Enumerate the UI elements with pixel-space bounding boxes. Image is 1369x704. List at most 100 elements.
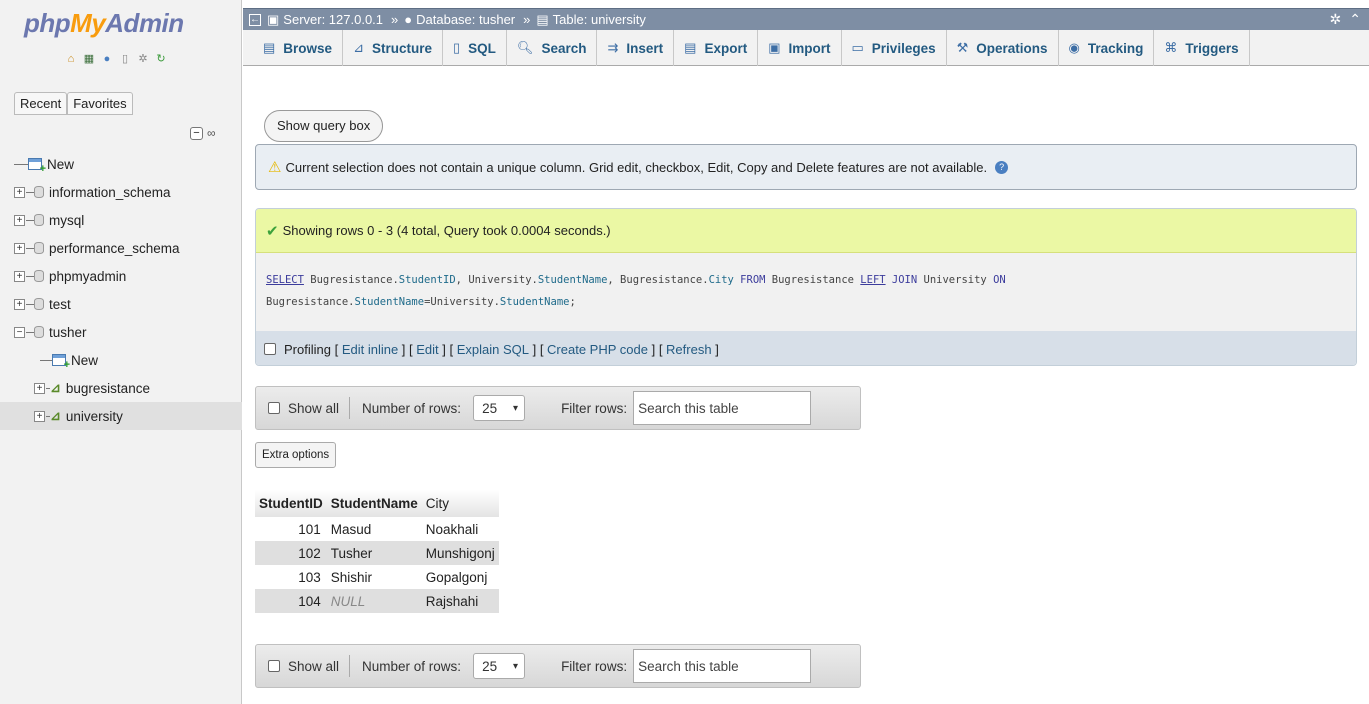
profiling-checkbox[interactable] [264,343,276,355]
sql-query-display[interactable]: SELECT Bugresistance.StudentID, Universi… [256,253,1356,331]
show-all-checkbox[interactable] [268,402,280,414]
phpmyadmin-logo[interactable]: phpMyAdmin [24,8,184,39]
tree-item-phpmyadmin[interactable]: + phpmyadmin [0,262,242,290]
tree-item-performance-schema[interactable]: + performance_schema [0,234,242,262]
breadcrumb-server[interactable]: ▣ Server: 127.0.0.1 [267,12,383,28]
sql-column: StudentName [499,296,570,308]
link-icon[interactable]: ∞ [207,126,216,140]
expand-icon[interactable]: + [14,186,25,198]
tree-item-bugresistance[interactable]: + ⊿ bugresistance [0,374,242,402]
show-query-box-button[interactable]: Show query box [264,110,384,142]
sql-column: StudentName [537,274,608,286]
rows-select-value: 25 [482,658,498,674]
tab-tracking[interactable]: ◉ Tracking [1059,30,1155,66]
tab-insert[interactable]: ⇉ Insert [597,30,675,66]
refresh-link[interactable]: Refresh [666,342,712,357]
tab-search[interactable]: 🔍︎ Search [507,30,598,66]
table-menu: ▤ Browse ⊿ Structure ▯ SQL 🔍︎ Search ⇉ Insert… [243,30,1369,66]
tree-connector [26,331,34,333]
navigation-sidebar: phpMyAdmin ⌂ ▦ ● ▯ ✲ ↻ Recent Favorites … [0,0,242,704]
tree-connector [26,303,34,305]
cell-studentid: 103 [255,565,327,589]
rows-navigation-bottom: Show all Number of rows: 25 ▾ Filter row… [255,644,861,688]
tree-item-label: bugresistance [65,380,150,396]
sql-text: Bugresistance. [266,296,355,308]
help-icon[interactable]: ● [100,52,114,66]
collapse-sidebar-icon[interactable]: ← [249,13,261,26]
tree-item-university[interactable]: + ⊿ university [0,402,242,430]
warning-icon: ⚠ [268,159,282,176]
expand-icon[interactable]: + [14,242,25,254]
tree-item-tusher[interactable]: − tusher [0,318,242,346]
sql-text: ; [569,296,576,308]
tree-item-tusher-new[interactable]: New [0,346,242,374]
edit-inline-link[interactable]: Edit inline [342,342,398,357]
breadcrumb-server-label: Server: 127.0.0.1 [283,12,384,27]
breadcrumb-database[interactable]: ● Database: tusher [404,12,515,27]
explain-sql-link[interactable]: Explain SQL [457,342,529,357]
home-icon[interactable]: ⌂ [64,52,78,66]
sql-keyword: JOIN [885,274,918,286]
tab-label: Operations [976,40,1048,56]
tree-item-mysql[interactable]: + mysql [0,206,242,234]
show-all-checkbox[interactable] [268,660,280,672]
sql-keyword: FROM [733,274,766,286]
triggers-icon: ⌘ [1164,40,1178,55]
tab-export[interactable]: ▤ Export [674,30,759,66]
rows-per-page-select[interactable]: 25 ▾ [473,653,526,679]
tab-triggers[interactable]: ⌘ Triggers [1154,30,1250,66]
filter-rows-input[interactable]: Search this table [633,391,812,425]
table-row: 103 Shishir Gopalgonj [255,565,499,589]
reload-icon[interactable]: ↻ [154,52,168,66]
tab-privileges[interactable]: ▭ Privileges [842,30,947,66]
filter-rows-label: Filter rows: [561,658,628,674]
tab-label: Browse [283,40,333,56]
extra-options-button[interactable]: Extra options [255,442,337,468]
tab-sql[interactable]: ▯ SQL [443,30,507,66]
column-header-studentid[interactable]: StudentID [255,490,327,517]
expand-icon[interactable]: + [14,270,25,282]
new-table-icon [28,158,46,175]
docs-icon[interactable]: ▯ [118,52,132,66]
collapse-icon[interactable]: − [14,326,25,338]
cell-city: Noakhali [421,517,499,541]
tree-item-test[interactable]: + test [0,290,242,318]
expand-icon[interactable]: + [34,410,45,422]
settings-icon[interactable]: ✲ [1330,11,1342,28]
database-icon[interactable]: ▦ [82,52,96,66]
settings-icon[interactable]: ✲ [136,52,150,66]
success-message: ✔ Showing rows 0 - 3 (4 total, Query too… [256,209,1356,253]
tab-favorites[interactable]: Favorites [67,92,133,115]
tab-browse[interactable]: ▤ Browse [253,30,344,66]
expand-icon[interactable]: + [34,382,45,394]
profiling-bar: Profiling [ Edit inline ] [ Edit ] [ Exp… [256,331,1356,365]
column-header-studentname[interactable]: StudentName [326,490,422,517]
collapse-all-icon[interactable]: − [190,126,203,140]
tree-controls: − ∞ [190,126,216,140]
tab-import[interactable]: ▣ Import [758,30,842,66]
tree-item-information-schema[interactable]: + information_schema [0,178,242,206]
tab-operations[interactable]: ⚒ Operations [947,30,1059,66]
tab-structure[interactable]: ⊿ Structure [343,30,443,66]
sql-column: City [708,274,734,286]
expand-icon[interactable]: + [14,214,25,226]
column-header-city[interactable]: City [421,490,499,517]
cell-city: Gopalgonj [421,565,499,589]
expand-icon[interactable]: + [14,298,25,310]
tree-item-new[interactable]: New [0,150,242,178]
check-icon: ✔ [266,222,279,240]
cell-studentname: NULL [326,589,422,613]
sql-text: , Bugresistance. [607,274,709,286]
server-icon: ▣ [267,11,280,27]
tab-label: SQL [468,40,496,56]
tab-recent[interactable]: Recent [14,92,68,115]
breadcrumb-table[interactable]: ▤ Table: university [536,12,646,28]
rows-per-page-select[interactable]: 25 ▾ [473,395,526,421]
help-icon[interactable]: ? [995,160,1009,174]
database-icon [34,270,44,282]
create-php-code-link[interactable]: Create PHP code [547,342,648,357]
filter-rows-input[interactable]: Search this table [633,649,812,683]
table-structure-icon: ⊿ [50,408,61,423]
edit-link[interactable]: Edit [416,342,438,357]
collapse-top-icon[interactable]: ⌃ [1349,11,1361,28]
